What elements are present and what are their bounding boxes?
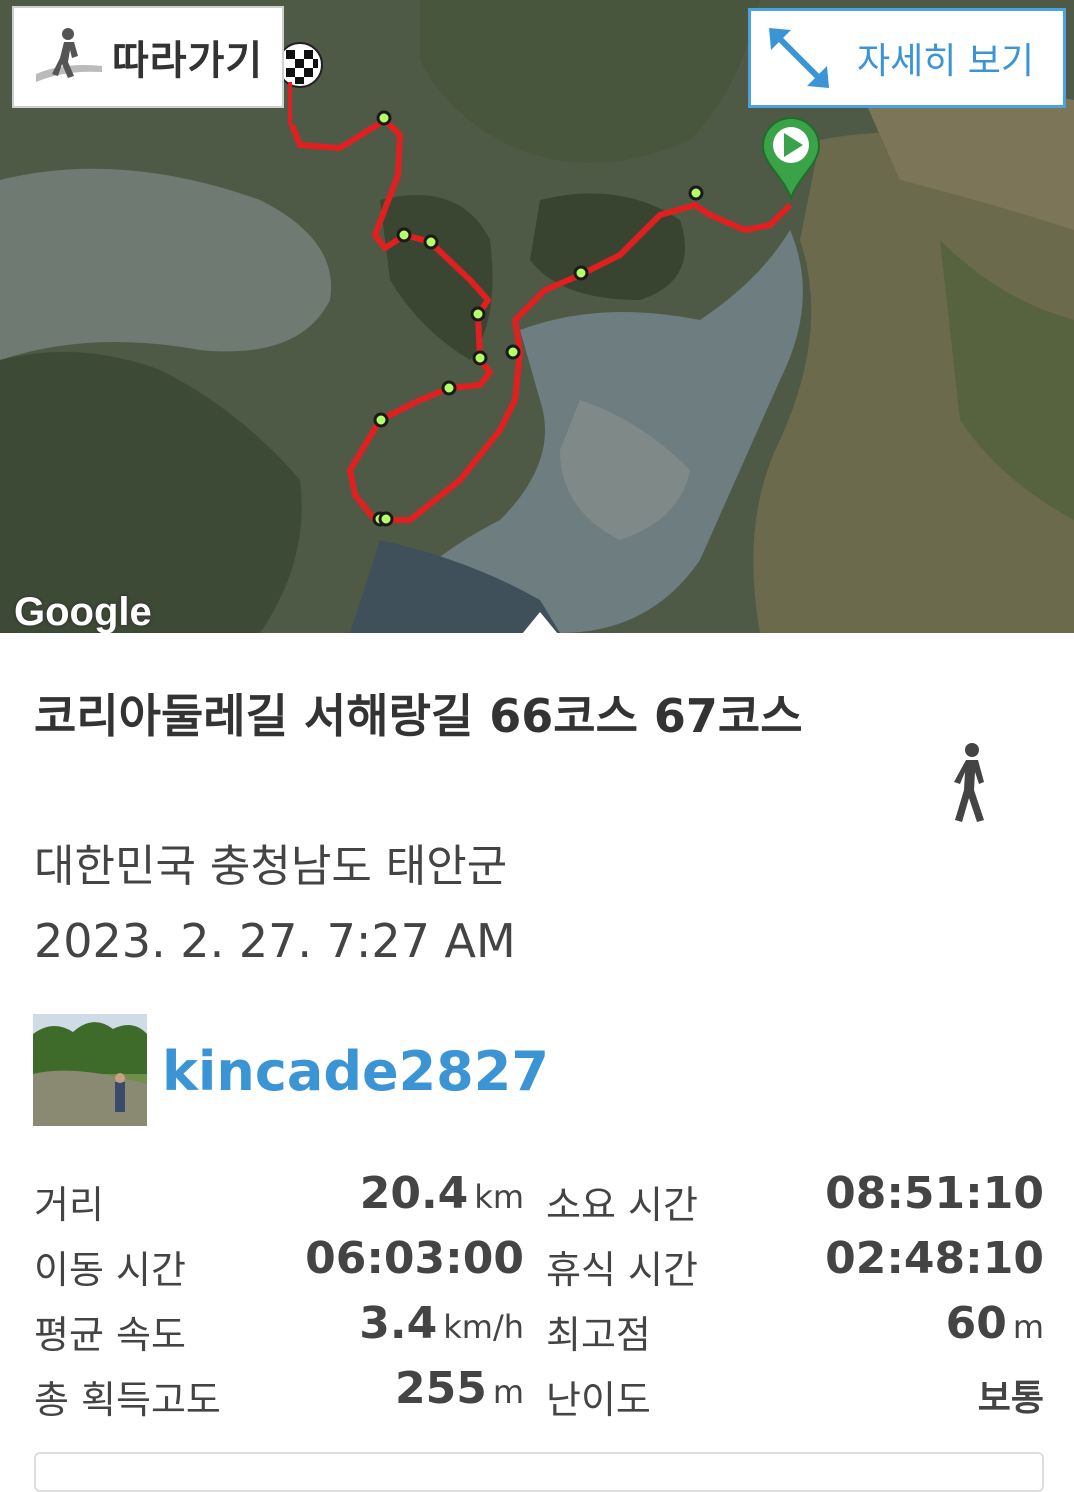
avatar[interactable] — [33, 1014, 147, 1126]
course-title: 코리아둘레길 서해랑길 66코스 67코스 — [34, 689, 803, 743]
total-time-label: 소요 시간 — [546, 1183, 698, 1227]
difficulty-label: 난이도 — [546, 1378, 651, 1422]
total-time-value: 08:51:10 — [825, 1168, 1044, 1219]
stats-table: 거리 20.4 km 소요 시간 08:51:10 이동 시간 06:03:00 … — [34, 1168, 1044, 1428]
rest-time-value: 02:48:10 — [825, 1233, 1044, 1284]
max-altitude-label: 최고점 — [546, 1313, 651, 1357]
stats-row: 이동 시간 06:03:00 휴식 시간 02:48:10 — [34, 1233, 1044, 1298]
moving-time-value: 06:03:00 — [305, 1233, 524, 1284]
elevation-gain-label: 총 획득고도 — [34, 1378, 221, 1422]
username-link[interactable]: kincade2827 — [162, 1040, 549, 1103]
moving-time-label: 이동 시간 — [34, 1248, 186, 1292]
stats-row: 총 획득고도 255 m 난이도 보통 — [34, 1363, 1044, 1428]
distance-label: 거리 — [34, 1183, 104, 1227]
avatar-photo — [33, 1014, 147, 1126]
detail-view-button[interactable]: 자세히 보기 — [748, 8, 1066, 108]
follow-button[interactable]: 따라가기 — [12, 6, 284, 108]
elevation-gain-value: 255 m — [394, 1363, 524, 1414]
avg-speed-label: 평균 속도 — [34, 1313, 186, 1357]
stats-row: 평균 속도 3.4 km/h 최고점 60 m — [34, 1298, 1044, 1363]
next-card — [34, 1452, 1044, 1492]
region-text: 대한민국 충청남도 태안군 — [34, 841, 508, 892]
follow-label: 따라가기 — [112, 38, 264, 84]
distance-value: 20.4 km — [359, 1168, 524, 1219]
expand-icon — [769, 28, 829, 88]
card-pointer — [522, 612, 558, 633]
google-logo: Google — [14, 590, 152, 633]
date-text: 2023. 2. 27. 7:27 AM — [34, 914, 516, 968]
max-altitude-value: 60 m — [945, 1298, 1044, 1349]
map-view[interactable]: 따라가기 자세히 보기 Google — [0, 0, 1074, 633]
stats-row: 거리 20.4 km 소요 시간 08:51:10 — [34, 1168, 1044, 1233]
walking-icon — [954, 743, 984, 822]
hiker-path-icon — [36, 28, 102, 82]
avg-speed-value: 3.4 km/h — [359, 1298, 524, 1349]
rest-time-label: 휴식 시간 — [546, 1248, 698, 1292]
difficulty-value: 보통 — [977, 1378, 1044, 1419]
detail-label: 자세히 보기 — [857, 41, 1035, 82]
